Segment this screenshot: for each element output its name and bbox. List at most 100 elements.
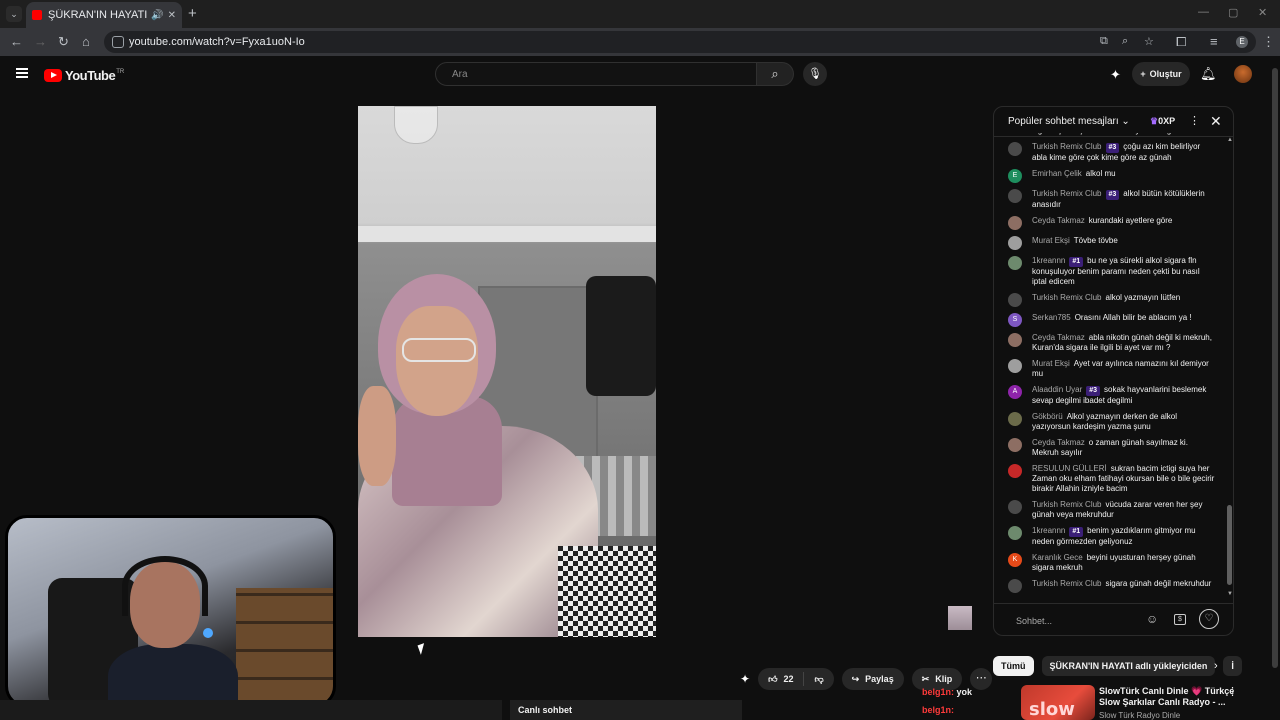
scroll-down-icon[interactable]: ▼: [1227, 591, 1233, 597]
dislike-button[interactable]: 👎︎: [804, 674, 833, 685]
hamburger-menu-icon[interactable]: [16, 68, 28, 78]
chat-author-name[interactable]: RESULUN GÜLLERİ: [1032, 464, 1107, 473]
chat-mode-dropdown[interactable]: Popüler sohbet mesajları ⌄: [1008, 116, 1130, 127]
chat-message[interactable]: Turkish Remix Club #3 alkol bütün kötülükl…: [994, 189, 1230, 210]
chevron-right-icon[interactable]: ›: [1214, 660, 1218, 672]
bookmark-star-icon[interactable]: ☆: [1144, 35, 1154, 48]
like-button[interactable]: 👍︎ 22: [758, 672, 805, 686]
chat-author-name[interactable]: Alaaddin Uyar: [1032, 385, 1082, 394]
chat-message[interactable]: Turkish Remix Club #3 çoğu azı kim belirli…: [994, 142, 1230, 163]
recommended-video[interactable]: slow SlowTürk Canlı Dinle 💗 Türkçe Slow …: [1021, 685, 1280, 720]
chat-author-name[interactable]: Emirhan Çelik: [1032, 169, 1082, 178]
chat-message[interactable]: KKRALAbla belli ayetler var ondu suya ok…: [994, 133, 1230, 136]
chat-author-name[interactable]: Turkish Remix Club: [1032, 500, 1102, 509]
chat-message[interactable]: Murat Ekşi Tövbe tövbe: [994, 236, 1230, 250]
more-actions-icon[interactable]: ⋯: [970, 668, 993, 690]
chat-author-name[interactable]: Turkish Remix Club: [1032, 579, 1102, 588]
chat-message[interactable]: E Emirhan Çelik alkol mu: [994, 169, 1230, 183]
chat-author-name[interactable]: Gökbörü: [1032, 412, 1063, 421]
live-chat-replay-tab[interactable]: Canlı sohbet: [510, 700, 742, 720]
maximize-icon[interactable]: ▢: [1228, 6, 1238, 19]
install-app-icon[interactable]: ⧉: [1100, 35, 1108, 48]
chat-scrollbar[interactable]: ▲ ▼: [1227, 137, 1233, 597]
microphone-icon[interactable]: 🎙: [803, 62, 827, 86]
chat-input[interactable]: Sohbet...: [1016, 616, 1052, 626]
search-icon[interactable]: ⌕: [757, 62, 794, 86]
chat-message[interactable]: 1kreannn #1 bu ne ya sürekli alkol sigara …: [994, 256, 1230, 287]
chat-author-avatar[interactable]: [1008, 142, 1022, 156]
chat-message[interactable]: Murat Ekşi Ayet var ayılınca namazını kıl…: [994, 359, 1230, 379]
media-controls-icon[interactable]: ≡: [1210, 34, 1218, 49]
profile-avatar[interactable]: E: [1236, 36, 1248, 48]
back-icon[interactable]: ←: [10, 34, 23, 49]
site-info-icon[interactable]: [112, 36, 124, 48]
window-close-icon[interactable]: ✕: [1258, 6, 1267, 19]
chat-message[interactable]: 1kreannn #1 benim yazdıklarım gitmiyor mu …: [994, 526, 1230, 547]
chat-author-name[interactable]: Turkish Remix Club: [1032, 189, 1102, 198]
reload-icon[interactable]: ↻: [58, 34, 69, 50]
chat-message[interactable]: Ceyda Takmaz o zaman günah sayılmaz ki. M…: [994, 438, 1230, 458]
share-button[interactable]: ↪ Paylaş: [841, 668, 904, 690]
sparkle-icon[interactable]: ✦: [1110, 67, 1121, 83]
chat-author-name[interactable]: 1kreannn: [1032, 526, 1065, 535]
notifications-bell-icon[interactable]: 🔔︎: [1200, 66, 1217, 82]
mini-thumbnail[interactable]: [948, 606, 972, 630]
chat-author-name[interactable]: Murat Ekşi: [1032, 359, 1070, 368]
tab-close-icon[interactable]: ✕: [168, 10, 176, 21]
speaker-icon[interactable]: 🔊: [151, 10, 163, 21]
recommended-more-icon[interactable]: ⋮: [1227, 685, 1238, 698]
extensions-icon[interactable]: ⧠: [1176, 34, 1186, 50]
chat-more-icon[interactable]: ⋮: [1189, 114, 1200, 127]
chat-author-name[interactable]: Ceyda Takmaz: [1032, 333, 1085, 342]
chat-author-name[interactable]: Murat Ekşi: [1032, 236, 1070, 245]
page-scrollbar-thumb[interactable]: [1272, 68, 1278, 668]
chat-author-avatar[interactable]: K: [1008, 553, 1022, 567]
chat-author-avatar[interactable]: [1008, 333, 1022, 347]
chat-author-avatar[interactable]: E: [1008, 169, 1022, 183]
chat-author-name[interactable]: Karanlık Gece: [1032, 553, 1083, 562]
recommended-channel[interactable]: Slow Türk Radyo Dinle: [1099, 711, 1180, 720]
filter-chip[interactable]: Tümü: [993, 656, 1034, 676]
chat-author-avatar[interactable]: [1008, 359, 1022, 373]
new-tab-icon[interactable]: +: [188, 5, 197, 22]
minimize-icon[interactable]: —: [1198, 6, 1209, 18]
chat-author-avatar[interactable]: [1008, 526, 1022, 540]
chat-message[interactable]: Gökbörü Alkol yazmayın derken de alkol ya…: [994, 412, 1230, 432]
recommended-thumbnail[interactable]: slow: [1021, 685, 1095, 720]
youtube-logo[interactable]: YouTube TR: [44, 68, 124, 83]
chat-author-avatar[interactable]: S: [1008, 313, 1022, 327]
chat-author-avatar[interactable]: [1008, 438, 1022, 452]
tab-search-icon[interactable]: ⌄: [6, 6, 22, 22]
chat-author-avatar[interactable]: [1008, 500, 1022, 514]
chat-message[interactable]: Ceyda Takmaz abla nikotin günah değil ki …: [994, 333, 1230, 353]
chat-author-name[interactable]: 1kreannn: [1032, 256, 1065, 265]
chat-author-name[interactable]: Turkish Remix Club: [1032, 142, 1102, 151]
filter-chip[interactable]: ŞÜKRAN'IN HAYATI adlı yükleyiciden: [1041, 656, 1216, 676]
chat-message[interactable]: Turkish Remix Club vücuda zarar veren her…: [994, 500, 1230, 520]
create-button[interactable]: + Oluştur: [1132, 62, 1190, 86]
filter-chip[interactable]: İ: [1223, 656, 1242, 676]
page-scrollbar[interactable]: [1270, 56, 1280, 720]
forward-icon[interactable]: →: [34, 34, 47, 49]
chat-author-avatar[interactable]: [1008, 464, 1022, 478]
emoji-icon[interactable]: ☺: [1146, 612, 1158, 626]
xp-badge[interactable]: ♛0XP: [1150, 116, 1175, 127]
chat-author-name[interactable]: Ceyda Takmaz: [1032, 216, 1085, 225]
address-bar[interactable]: youtube.com/watch?v=Fyxa1uoN-Io ⧉ ⌕ ☆: [104, 31, 1256, 53]
chat-message[interactable]: Turkish Remix Club alkol yazmayın lütfen: [994, 293, 1230, 307]
chat-author-avatar[interactable]: [1008, 216, 1022, 230]
chat-message[interactable]: RESULUN GÜLLERİ sukran bacim ictigi suya …: [994, 464, 1230, 494]
chat-scrollbar-thumb[interactable]: [1227, 505, 1232, 585]
super-chat-icon[interactable]: $: [1174, 614, 1186, 625]
chat-author-avatar[interactable]: [1008, 236, 1022, 250]
chat-author-name[interactable]: Turkish Remix Club: [1032, 293, 1102, 302]
chat-author-avatar[interactable]: A: [1008, 385, 1022, 399]
chat-author-avatar[interactable]: [1008, 293, 1022, 307]
chat-author-avatar[interactable]: [1008, 412, 1022, 426]
scroll-up-icon[interactable]: ▲: [1227, 137, 1233, 143]
chrome-menu-icon[interactable]: ⋮: [1262, 34, 1275, 50]
chat-author-avatar[interactable]: [1008, 189, 1022, 203]
chat-author-avatar[interactable]: [1008, 579, 1022, 593]
ask-sparkle-icon[interactable]: ✦: [740, 672, 750, 686]
heart-icon[interactable]: ♡: [1199, 609, 1219, 629]
